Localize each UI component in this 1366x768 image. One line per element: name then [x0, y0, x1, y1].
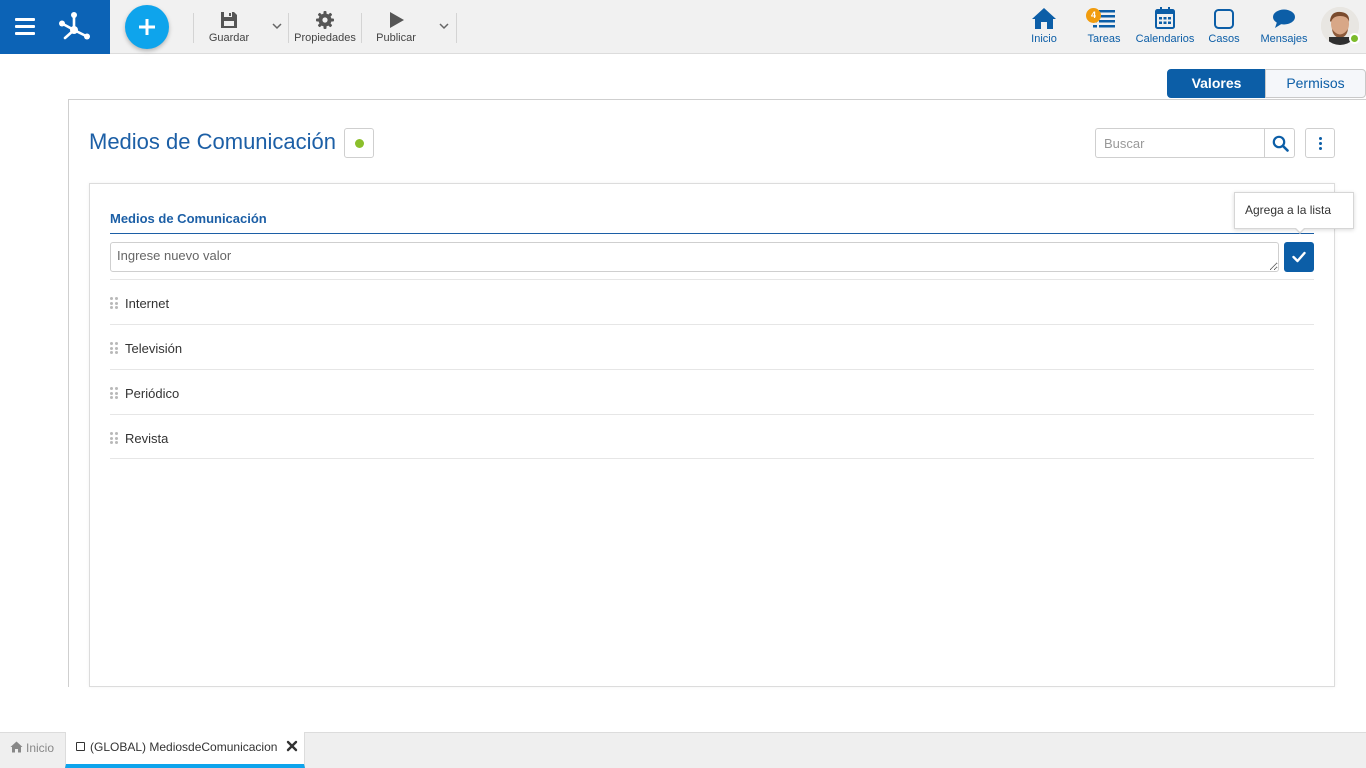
list-item-label: Periódico — [125, 386, 180, 401]
nav-cases[interactable]: Casos — [1206, 6, 1242, 48]
search-icon — [1272, 135, 1289, 152]
check-icon — [1292, 251, 1306, 263]
more-options-button[interactable] — [1305, 128, 1335, 158]
online-status-dot — [1349, 33, 1360, 44]
nav-home[interactable]: Inicio — [1024, 6, 1064, 48]
bottom-tab-active-label: (GLOBAL) MediosdeComunicacion — [90, 740, 278, 754]
kebab-icon — [1319, 137, 1322, 140]
plus-icon — [139, 19, 155, 35]
list-item-label: Televisión — [125, 341, 183, 356]
new-value-input[interactable] — [110, 242, 1279, 272]
nav-messages[interactable]: Mensajes — [1258, 6, 1310, 48]
search-input[interactable] — [1095, 128, 1265, 158]
search-button[interactable] — [1264, 128, 1295, 158]
tab-permissions[interactable]: Permisos — [1265, 69, 1366, 98]
card-title-divider — [110, 233, 1314, 234]
status-button[interactable] — [344, 128, 374, 158]
publish-button[interactable]: Publicar — [372, 10, 420, 44]
add-to-list-button[interactable] — [1284, 242, 1314, 272]
card-title: Medios de Comunicación — [110, 211, 267, 226]
bottom-tab-home-label: Inicio — [26, 741, 55, 755]
save-dropdown-chevron-icon[interactable] — [271, 20, 283, 32]
bottom-tab-home[interactable]: Inicio — [0, 733, 65, 768]
menu-icon[interactable] — [15, 18, 35, 35]
home-icon — [10, 741, 23, 753]
list-item[interactable]: Periódico — [110, 369, 1314, 414]
list-item-label: Internet — [125, 296, 170, 311]
publish-dropdown-chevron-icon[interactable] — [438, 20, 450, 32]
list-item[interactable]: Televisión — [110, 324, 1314, 369]
properties-button[interactable]: Propiedades — [292, 10, 358, 44]
cases-icon — [1214, 9, 1234, 29]
list-item-label: Revista — [125, 431, 169, 446]
brand-area — [0, 0, 110, 54]
bottom-tab-active[interactable]: (GLOBAL) MediosdeComunicacion — [65, 732, 305, 768]
toolbar-divider — [193, 13, 194, 43]
page-title: Medios de Comunicación — [89, 129, 337, 154]
tasks-count-badge: 4 — [1086, 8, 1101, 23]
play-icon — [390, 12, 404, 28]
properties-label: Propiedades — [294, 32, 356, 44]
logo-icon[interactable] — [56, 8, 92, 44]
nav-home-label: Inicio — [1031, 33, 1057, 45]
save-label: Guardar — [208, 32, 250, 44]
list-item[interactable]: Internet — [110, 279, 1314, 324]
save-button[interactable]: Guardar — [205, 10, 253, 44]
messages-icon — [1273, 9, 1295, 28]
status-dot — [355, 139, 364, 148]
toolbar-divider — [361, 13, 362, 43]
calendar-icon — [1155, 7, 1175, 29]
list-item[interactable]: Revista — [110, 414, 1314, 459]
drag-handle-icon[interactable] — [110, 297, 119, 309]
drag-handle-icon[interactable] — [110, 342, 119, 354]
toolbar-divider — [456, 13, 457, 43]
toolbar-divider — [288, 13, 289, 43]
close-icon[interactable] — [286, 740, 298, 752]
tab-values[interactable]: Valores — [1167, 69, 1266, 98]
save-icon — [221, 12, 237, 28]
nav-cases-label: Casos — [1208, 33, 1240, 45]
drag-handle-icon[interactable] — [110, 387, 119, 399]
publish-label: Publicar — [376, 32, 416, 44]
nav-messages-label: Mensajes — [1260, 33, 1308, 45]
nav-calendars[interactable]: Calendarios — [1134, 6, 1196, 48]
drag-handle-icon[interactable] — [110, 432, 119, 444]
values-list: Internet Televisión Periódico Revista — [110, 279, 1314, 459]
gear-icon — [316, 11, 334, 29]
add-new-button[interactable] — [125, 5, 169, 49]
add-to-list-tooltip: Agrega a la lista — [1234, 192, 1354, 229]
nav-calendars-label: Calendarios — [1135, 33, 1195, 45]
document-icon — [76, 742, 85, 751]
nav-tasks-label: Tareas — [1087, 33, 1121, 45]
home-icon — [1032, 8, 1056, 29]
